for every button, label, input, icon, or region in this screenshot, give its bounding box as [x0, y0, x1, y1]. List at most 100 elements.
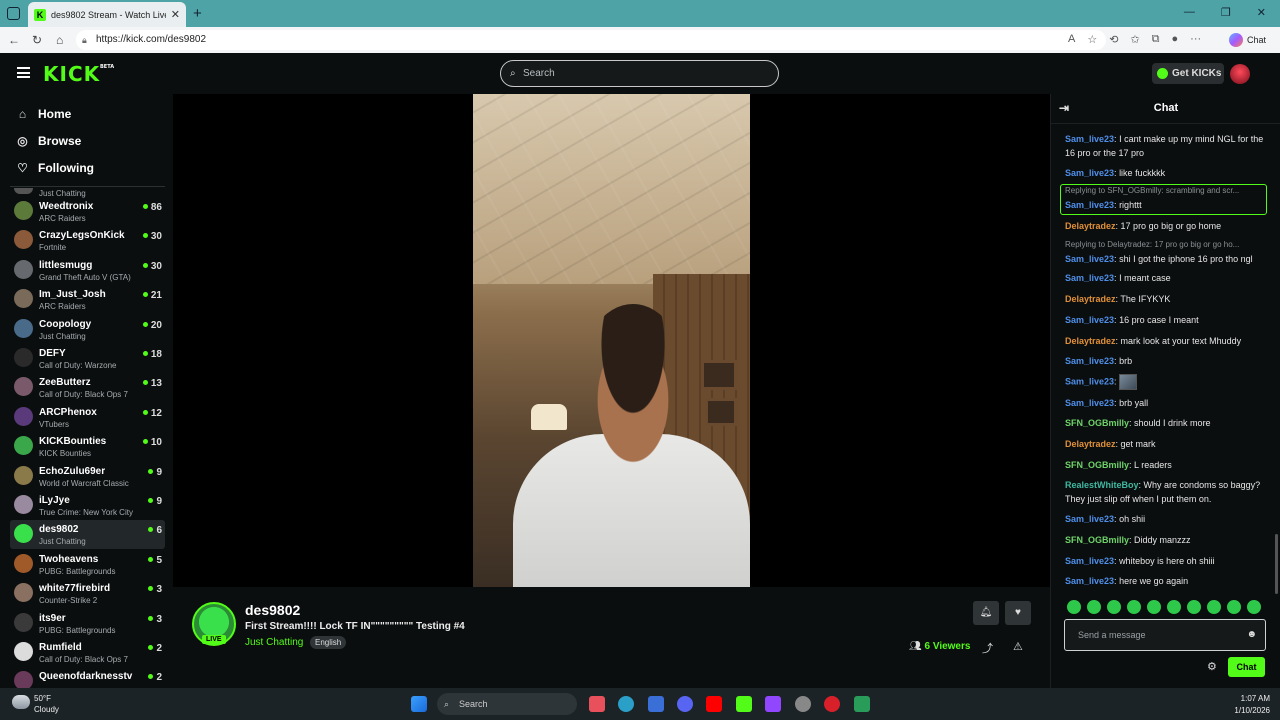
- quick-emote-icon[interactable]: [1207, 600, 1221, 614]
- close-window-icon[interactable]: ✕: [1257, 6, 1266, 19]
- taskbar-search[interactable]: ⌕ Search: [437, 693, 577, 715]
- more-icon[interactable]: ···: [1190, 33, 1201, 46]
- quick-emote-icon[interactable]: [1167, 600, 1181, 614]
- notifications-button[interactable]: 🔔︎: [973, 601, 999, 625]
- windows-start-icon[interactable]: [411, 696, 427, 712]
- sidebar-channel-white77firebird[interactable]: white77firebird Counter-Strike 2 3: [10, 579, 165, 608]
- discord-icon[interactable]: [677, 696, 693, 712]
- chat-input[interactable]: Send a message ☻: [1064, 619, 1266, 651]
- chat-username[interactable]: Sam_live23: [1065, 356, 1114, 366]
- minimize-icon[interactable]: —: [1184, 6, 1195, 19]
- chat-username[interactable]: Sam_live23: [1065, 556, 1114, 566]
- quick-emote-icon[interactable]: [1187, 600, 1201, 614]
- store-icon[interactable]: [648, 696, 664, 712]
- chat-username[interactable]: Sam_live23: [1065, 315, 1114, 325]
- edge-browser-icon[interactable]: [618, 696, 634, 712]
- quick-emote-icon[interactable]: [1107, 600, 1121, 614]
- collections-icon[interactable]: ⧉: [1152, 33, 1160, 46]
- chat-username[interactable]: Sam_live23: [1065, 200, 1114, 210]
- quick-emote-icon[interactable]: [1067, 600, 1081, 614]
- read-aloud-icon[interactable]: A: [1068, 33, 1075, 46]
- twitch-icon[interactable]: [765, 696, 781, 712]
- weather-widget[interactable]: 50°F Cloudy: [12, 693, 59, 715]
- chat-username[interactable]: Sam_live23: [1065, 254, 1114, 264]
- chat-username[interactable]: Sam_live23: [1065, 273, 1114, 283]
- kick-app-icon[interactable]: [736, 696, 752, 712]
- share-icon[interactable]: ⤴: [982, 640, 993, 656]
- browser-tab[interactable]: K des9802 Stream - Watch Live on K ✕: [28, 2, 186, 27]
- chat-username[interactable]: SFN_OGBmilly: [1065, 418, 1129, 428]
- workspaces-icon[interactable]: [7, 7, 20, 20]
- chat-username[interactable]: Delaytradez: [1065, 221, 1116, 231]
- user-avatar[interactable]: [1230, 64, 1250, 84]
- sidebar-channel-queenofdarknesstv[interactable]: Queenofdarknesstv 2: [10, 667, 165, 688]
- sidebar-channel-crazylegsonkick[interactable]: CrazyLegsOnKick Fortnite 30: [10, 226, 165, 255]
- report-icon[interactable]: ⚠: [1013, 640, 1023, 653]
- sidebar-item-browse[interactable]: ◎ Browse: [16, 134, 81, 148]
- quick-emote-icon[interactable]: [1247, 600, 1261, 614]
- sidebar-channel-echozulu69er[interactable]: EchoZulu69er World of Warcraft Classic 9: [10, 462, 165, 491]
- home-icon[interactable]: ⌂: [56, 33, 63, 47]
- chat-username[interactable]: SFN_OGBmilly: [1065, 460, 1129, 470]
- settings-app-icon[interactable]: [795, 696, 811, 712]
- sidebar-channel-littlesmugg[interactable]: littlesmugg Grand Theft Auto V (GTA) 30: [10, 256, 165, 285]
- sidebar-item-home[interactable]: ⌂ Home: [16, 107, 71, 121]
- quick-emote-icon[interactable]: [1127, 600, 1141, 614]
- stream-category[interactable]: Just Chatting: [245, 637, 303, 648]
- app-icon[interactable]: [854, 696, 870, 712]
- search-input[interactable]: ⌕ Search: [500, 60, 779, 87]
- profile-icon[interactable]: ●: [1172, 33, 1179, 46]
- extensions-icon[interactable]: ⟲: [1109, 33, 1118, 46]
- sidebar-channel-defy[interactable]: DEFY Call of Duty: Warzone 18: [10, 344, 165, 373]
- chat-username[interactable]: Delaytradez: [1065, 294, 1116, 304]
- sidebar-channel-weedtronix[interactable]: Weedtronix ARC Raiders 86: [10, 197, 165, 226]
- music-app-icon[interactable]: [589, 696, 605, 712]
- reply-preview[interactable]: Replying to SFN_OGBmilly: scrambling and…: [1065, 184, 1270, 198]
- gear-icon[interactable]: ⚙: [1207, 660, 1217, 673]
- opera-icon[interactable]: [824, 696, 840, 712]
- sidebar-channel-twoheavens[interactable]: Twoheavens PUBG: Battlegrounds 5: [10, 550, 165, 579]
- url-bar[interactable]: 🔒︎ https://kick.com/des9802: [76, 30, 1106, 50]
- quick-emote-icon[interactable]: [1087, 600, 1101, 614]
- video-player[interactable]: [173, 94, 1050, 587]
- chat-scrollbar[interactable]: [1275, 534, 1278, 594]
- sidebar-channel-its9er[interactable]: its9er PUBG: Battlegrounds 3: [10, 609, 165, 638]
- chat-username[interactable]: Sam_live23: [1065, 576, 1114, 586]
- language-tag[interactable]: English: [310, 636, 347, 649]
- close-tab-icon[interactable]: ✕: [171, 8, 180, 21]
- streamer-name[interactable]: des9802: [245, 602, 300, 618]
- favorites-icon[interactable]: ✩: [1130, 33, 1139, 46]
- reply-preview[interactable]: Replying to Delaytradez: 17 pro go big o…: [1065, 238, 1270, 252]
- back-icon[interactable]: ←: [8, 33, 20, 47]
- new-tab-icon[interactable]: +: [193, 5, 202, 22]
- menu-icon[interactable]: [17, 67, 30, 78]
- sidebar-channel-arcphenox[interactable]: ARCPhenox VTubers 12: [10, 403, 165, 432]
- chat-username[interactable]: Sam_live23: [1065, 134, 1114, 144]
- follow-button[interactable]: ♥: [1005, 601, 1031, 625]
- chat-username[interactable]: RealestWhiteBoy: [1065, 480, 1139, 490]
- restore-icon[interactable]: ❐: [1221, 6, 1231, 19]
- chat-username[interactable]: SFN_OGBmilly: [1065, 535, 1129, 545]
- emoji-icon[interactable]: ☻: [1246, 620, 1257, 650]
- kick-logo[interactable]: KICK BETA: [43, 62, 114, 86]
- chat-emote-image[interactable]: [1119, 374, 1138, 390]
- quick-emote-icon[interactable]: [1227, 600, 1241, 614]
- system-clock[interactable]: 1:07 AM 1/10/2026: [1234, 693, 1270, 717]
- refresh-icon[interactable]: ↻: [32, 33, 42, 47]
- sidebar-channel-rumfield[interactable]: Rumfield Call of Duty: Black Ops 7 2: [10, 638, 165, 667]
- chat-username[interactable]: Delaytradez: [1065, 439, 1116, 449]
- quick-emote-icon[interactable]: [1147, 600, 1161, 614]
- get-kicks-button[interactable]: Get KICKs: [1152, 63, 1224, 84]
- sidebar-channel-coopology[interactable]: Coopology Just Chatting 20: [10, 315, 165, 344]
- sidebar-channel-des9802[interactable]: des9802 Just Chatting 6: [10, 520, 165, 550]
- youtube-icon[interactable]: [706, 696, 722, 712]
- copilot-button[interactable]: Chat: [1225, 30, 1272, 50]
- chat-username[interactable]: Sam_live23: [1065, 168, 1114, 178]
- send-chat-button[interactable]: Chat: [1228, 657, 1265, 677]
- chat-username[interactable]: Sam_live23: [1065, 514, 1114, 524]
- sidebar-item-following[interactable]: ♡ Following: [16, 161, 94, 175]
- chat-username[interactable]: Sam_live23: [1065, 398, 1114, 408]
- collapse-chat-icon[interactable]: ⇥: [1059, 94, 1069, 122]
- chat-username[interactable]: Delaytradez: [1065, 336, 1116, 346]
- chat-username[interactable]: Sam_live23: [1065, 376, 1114, 386]
